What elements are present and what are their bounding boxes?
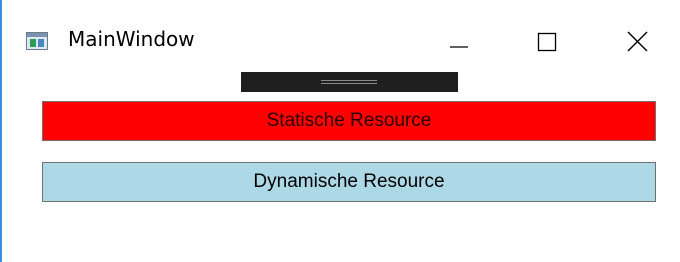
static-resource-button[interactable]: Statische Resource — [42, 101, 656, 141]
main-window: MainWindow Statische Resource Dynamische… — [0, 0, 680, 262]
close-button[interactable] — [614, 26, 660, 56]
window-title: MainWindow — [68, 27, 195, 51]
dynamic-resource-button[interactable]: Dynamische Resource — [42, 162, 656, 202]
grip-handle-icon — [321, 80, 377, 84]
minimize-icon — [450, 46, 468, 48]
maximize-icon — [537, 32, 557, 52]
title-bar[interactable]: MainWindow — [2, 14, 680, 56]
grid-splitter[interactable] — [241, 72, 458, 92]
minimize-button[interactable] — [438, 26, 484, 56]
close-icon — [627, 31, 648, 52]
maximize-button[interactable] — [524, 26, 570, 56]
app-window-icon — [26, 32, 48, 50]
